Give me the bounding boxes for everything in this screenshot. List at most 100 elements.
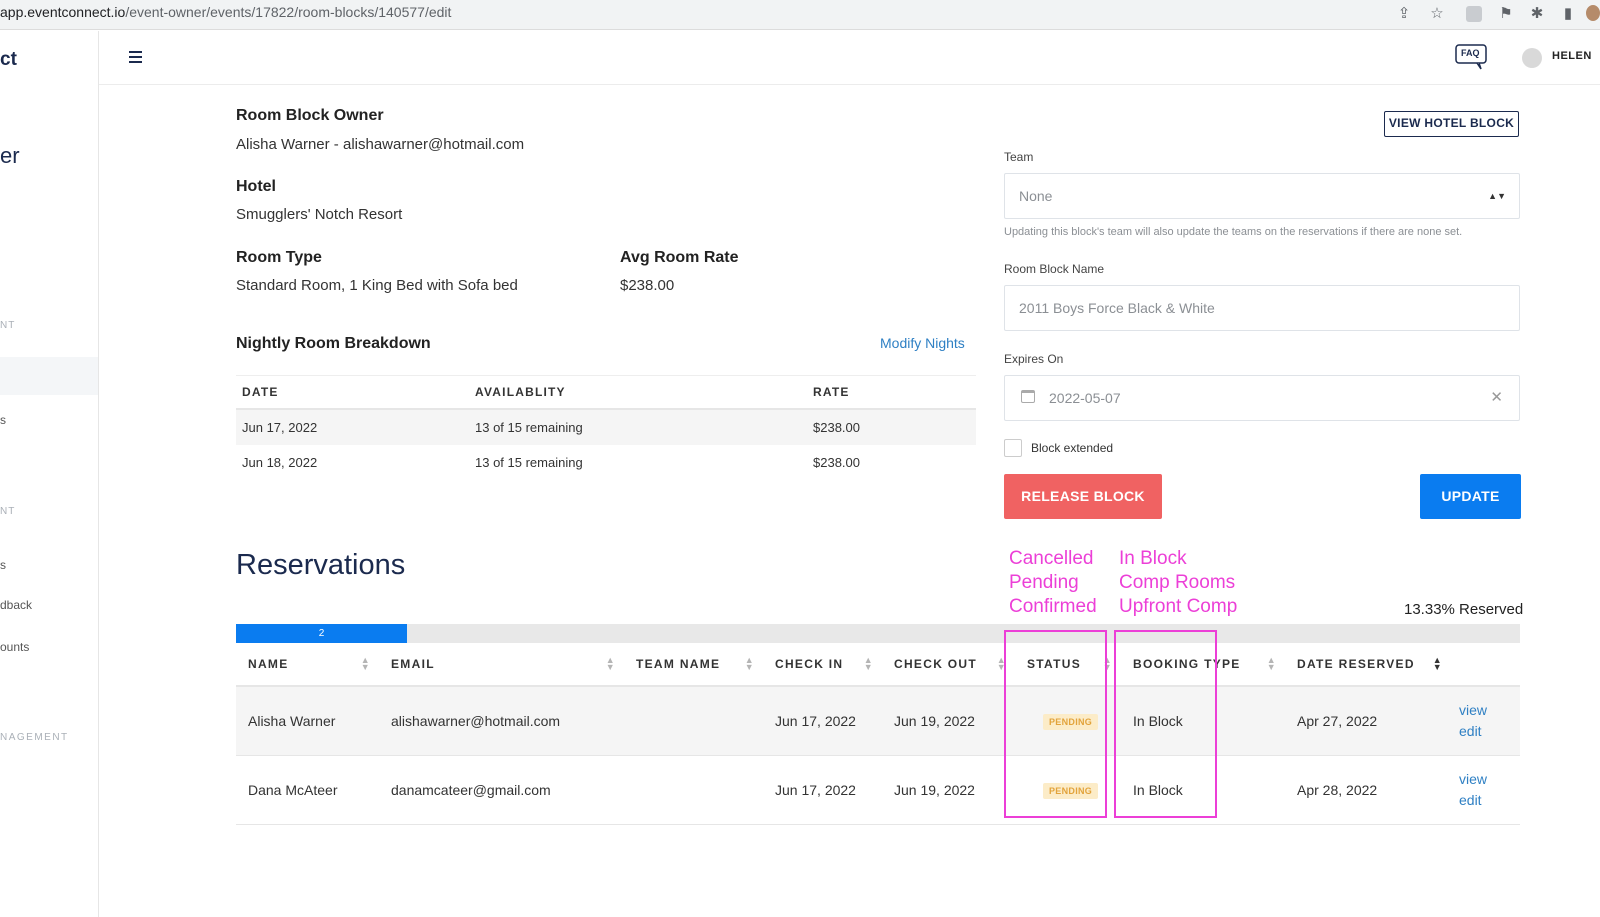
address-bar[interactable]: app.eventconnect.io/event-owner/events/1… — [0, 4, 451, 20]
release-block-button[interactable]: RELEASE BLOCK — [1004, 474, 1162, 519]
sidebar-item[interactable]: s — [0, 413, 6, 427]
extension-flag-icon[interactable]: ⚑ — [1497, 5, 1515, 23]
sidebar-logo[interactable]: ct — [0, 49, 17, 71]
sidebar-section-label: NT — [0, 506, 16, 517]
nightly-table: DATE AVAILABLITY RATE Jun 17, 2022 13 of… — [236, 375, 976, 481]
table-row: Jun 18, 2022 13 of 15 remaining $238.00 — [236, 445, 976, 481]
sort-icon[interactable]: ▲ ▼ — [745, 656, 755, 672]
col-name[interactable]: NAME ▲ ▼ — [236, 643, 379, 687]
col-email-label: EMAIL — [391, 657, 435, 671]
team-select-value: None — [1019, 188, 1053, 204]
reservations-title: Reservations — [236, 549, 406, 581]
annotation-status-box — [1004, 630, 1107, 818]
col-check-in[interactable]: CHECK IN ▲ ▼ — [763, 643, 882, 687]
share-icon[interactable]: ⇪ — [1395, 5, 1413, 23]
res-check-out: Jun 19, 2022 — [882, 755, 1015, 825]
owner-label: Room Block Owner — [236, 107, 384, 124]
expires-date-input[interactable]: 2022-05-07 ✕ — [1004, 375, 1520, 421]
col-actions — [1451, 643, 1520, 687]
top-bar: FAQ HELEN — [99, 31, 1600, 85]
user-avatar[interactable] — [1522, 48, 1542, 68]
extensions-puzzle-icon[interactable]: ✱ — [1528, 5, 1546, 23]
res-name: Dana McAteer — [236, 755, 379, 825]
annotation-status-pending: Pending — [1009, 572, 1079, 593]
user-name[interactable]: HELEN — [1552, 50, 1592, 62]
edit-link[interactable]: edit — [1459, 721, 1520, 742]
team-select[interactable]: None ▲▼ — [1004, 173, 1520, 219]
col-date-reserved-label: DATE RESERVED — [1297, 657, 1415, 671]
night-date: Jun 18, 2022 — [242, 455, 318, 470]
sidebar-section-label: NT — [0, 320, 16, 331]
modify-nights-link[interactable]: Modify Nights — [880, 335, 965, 351]
faq-label: FAQ — [1461, 48, 1480, 58]
table-row: Alisha Warner alishawarner@hotmail.com J… — [236, 686, 1520, 756]
night-availability: 13 of 15 remaining — [475, 455, 583, 470]
block-name-label: Room Block Name — [1004, 262, 1105, 276]
annotation-status-confirmed: Confirmed — [1009, 596, 1097, 617]
night-rate: $238.00 — [807, 408, 976, 445]
col-date-reserved[interactable]: DATE RESERVED ▲ ▼ — [1285, 643, 1451, 687]
url-path: /event-owner/events/17822/room-blocks/14… — [125, 4, 452, 20]
select-arrows-icon: ▲▼ — [1488, 191, 1506, 201]
avg-rate-label: Avg Room Rate — [620, 249, 739, 266]
sidepanel-icon[interactable]: ▮ — [1559, 5, 1577, 23]
sidebar-item[interactable]: s — [0, 558, 6, 572]
sort-icon[interactable]: ▲ ▼ — [1267, 656, 1277, 672]
col-checkin-label: CHECK IN — [775, 657, 844, 671]
block-name-input[interactable]: 2011 Boys Force Black & White — [1004, 285, 1520, 331]
res-date-reserved: Apr 28, 2022 — [1285, 755, 1451, 825]
update-button[interactable]: UPDATE — [1420, 474, 1521, 519]
night-date: Jun 17, 2022 — [236, 408, 469, 445]
sort-icon[interactable]: ▲ ▼ — [361, 656, 371, 672]
night-availability: 13 of 15 remaining — [469, 408, 807, 445]
bookmark-star-icon[interactable]: ☆ — [1428, 5, 1446, 23]
res-actions: view edit — [1451, 755, 1520, 825]
url-host: app.eventconnect.io — [0, 4, 126, 20]
sort-icon[interactable]: ▲ ▼ — [606, 656, 616, 672]
extension-k-icon[interactable] — [1466, 6, 1482, 22]
annotation-booking-upfront: Upfront Comp — [1119, 596, 1238, 617]
table-row: Dana McAteer danamcateer@gmail.com Jun 1… — [236, 755, 1520, 825]
calendar-icon[interactable] — [1021, 390, 1035, 403]
view-hotel-block-button[interactable]: VIEW HOTEL BLOCK — [1384, 111, 1519, 137]
view-link[interactable]: view — [1459, 700, 1520, 721]
col-date: DATE — [236, 375, 469, 410]
annotation-status-cancelled: Cancelled — [1009, 548, 1094, 569]
sidebar: ct er NT s NT s dback ounts NAGEMENT — [0, 31, 99, 917]
nightly-breakdown-label: Nightly Room Breakdown — [236, 335, 431, 352]
res-check-in: Jun 17, 2022 — [763, 686, 882, 756]
sidebar-item-feedback[interactable]: dback — [0, 598, 32, 612]
col-rate: RATE — [807, 375, 976, 410]
profile-avatar-icon[interactable] — [1586, 5, 1600, 21]
clear-date-icon[interactable]: ✕ — [1490, 376, 1503, 420]
faq-icon[interactable]: FAQ — [1455, 44, 1489, 70]
res-check-in: Jun 17, 2022 — [763, 755, 882, 825]
avg-rate-value: $238.00 — [620, 277, 675, 294]
sort-icon[interactable]: ▲ ▼ — [864, 656, 874, 672]
annotation-booking-box — [1114, 630, 1217, 818]
col-check-out[interactable]: CHECK OUT ▲ ▼ — [882, 643, 1015, 687]
room-type-value: Standard Room, 1 King Bed with Sofa bed — [236, 277, 518, 294]
expires-label: Expires On — [1004, 352, 1064, 366]
menu-icon[interactable] — [129, 51, 145, 65]
hotel-value: Smugglers' Notch Resort — [236, 206, 403, 223]
edit-link[interactable]: edit — [1459, 790, 1520, 811]
block-extended-checkbox[interactable] — [1004, 439, 1022, 457]
sidebar-item-active[interactable] — [0, 357, 98, 395]
res-email: danamcateer@gmail.com — [379, 755, 624, 825]
res-actions: view edit — [1451, 686, 1520, 756]
col-email[interactable]: EMAIL ▲ ▼ — [379, 643, 624, 687]
col-team-label: TEAM NAME — [636, 657, 721, 671]
team-label: Team — [1004, 150, 1034, 164]
col-team-name[interactable]: TEAM NAME ▲ ▼ — [624, 643, 763, 687]
annotation-booking-options: In Block Comp Rooms Upfront Comp — [1119, 547, 1237, 619]
reserved-percentage: 13.33% Reserved — [1404, 601, 1524, 618]
night-rate: $238.00 — [813, 455, 860, 470]
res-check-out: Jun 19, 2022 — [882, 686, 1015, 756]
view-link[interactable]: view — [1459, 769, 1520, 790]
expires-value: 2022-05-07 — [1049, 390, 1121, 406]
sort-icon-active[interactable]: ▲ ▼ — [1433, 656, 1443, 672]
res-email: alishawarner@hotmail.com — [379, 686, 624, 756]
res-team — [624, 686, 763, 756]
sidebar-item-accounts[interactable]: ounts — [0, 640, 29, 654]
